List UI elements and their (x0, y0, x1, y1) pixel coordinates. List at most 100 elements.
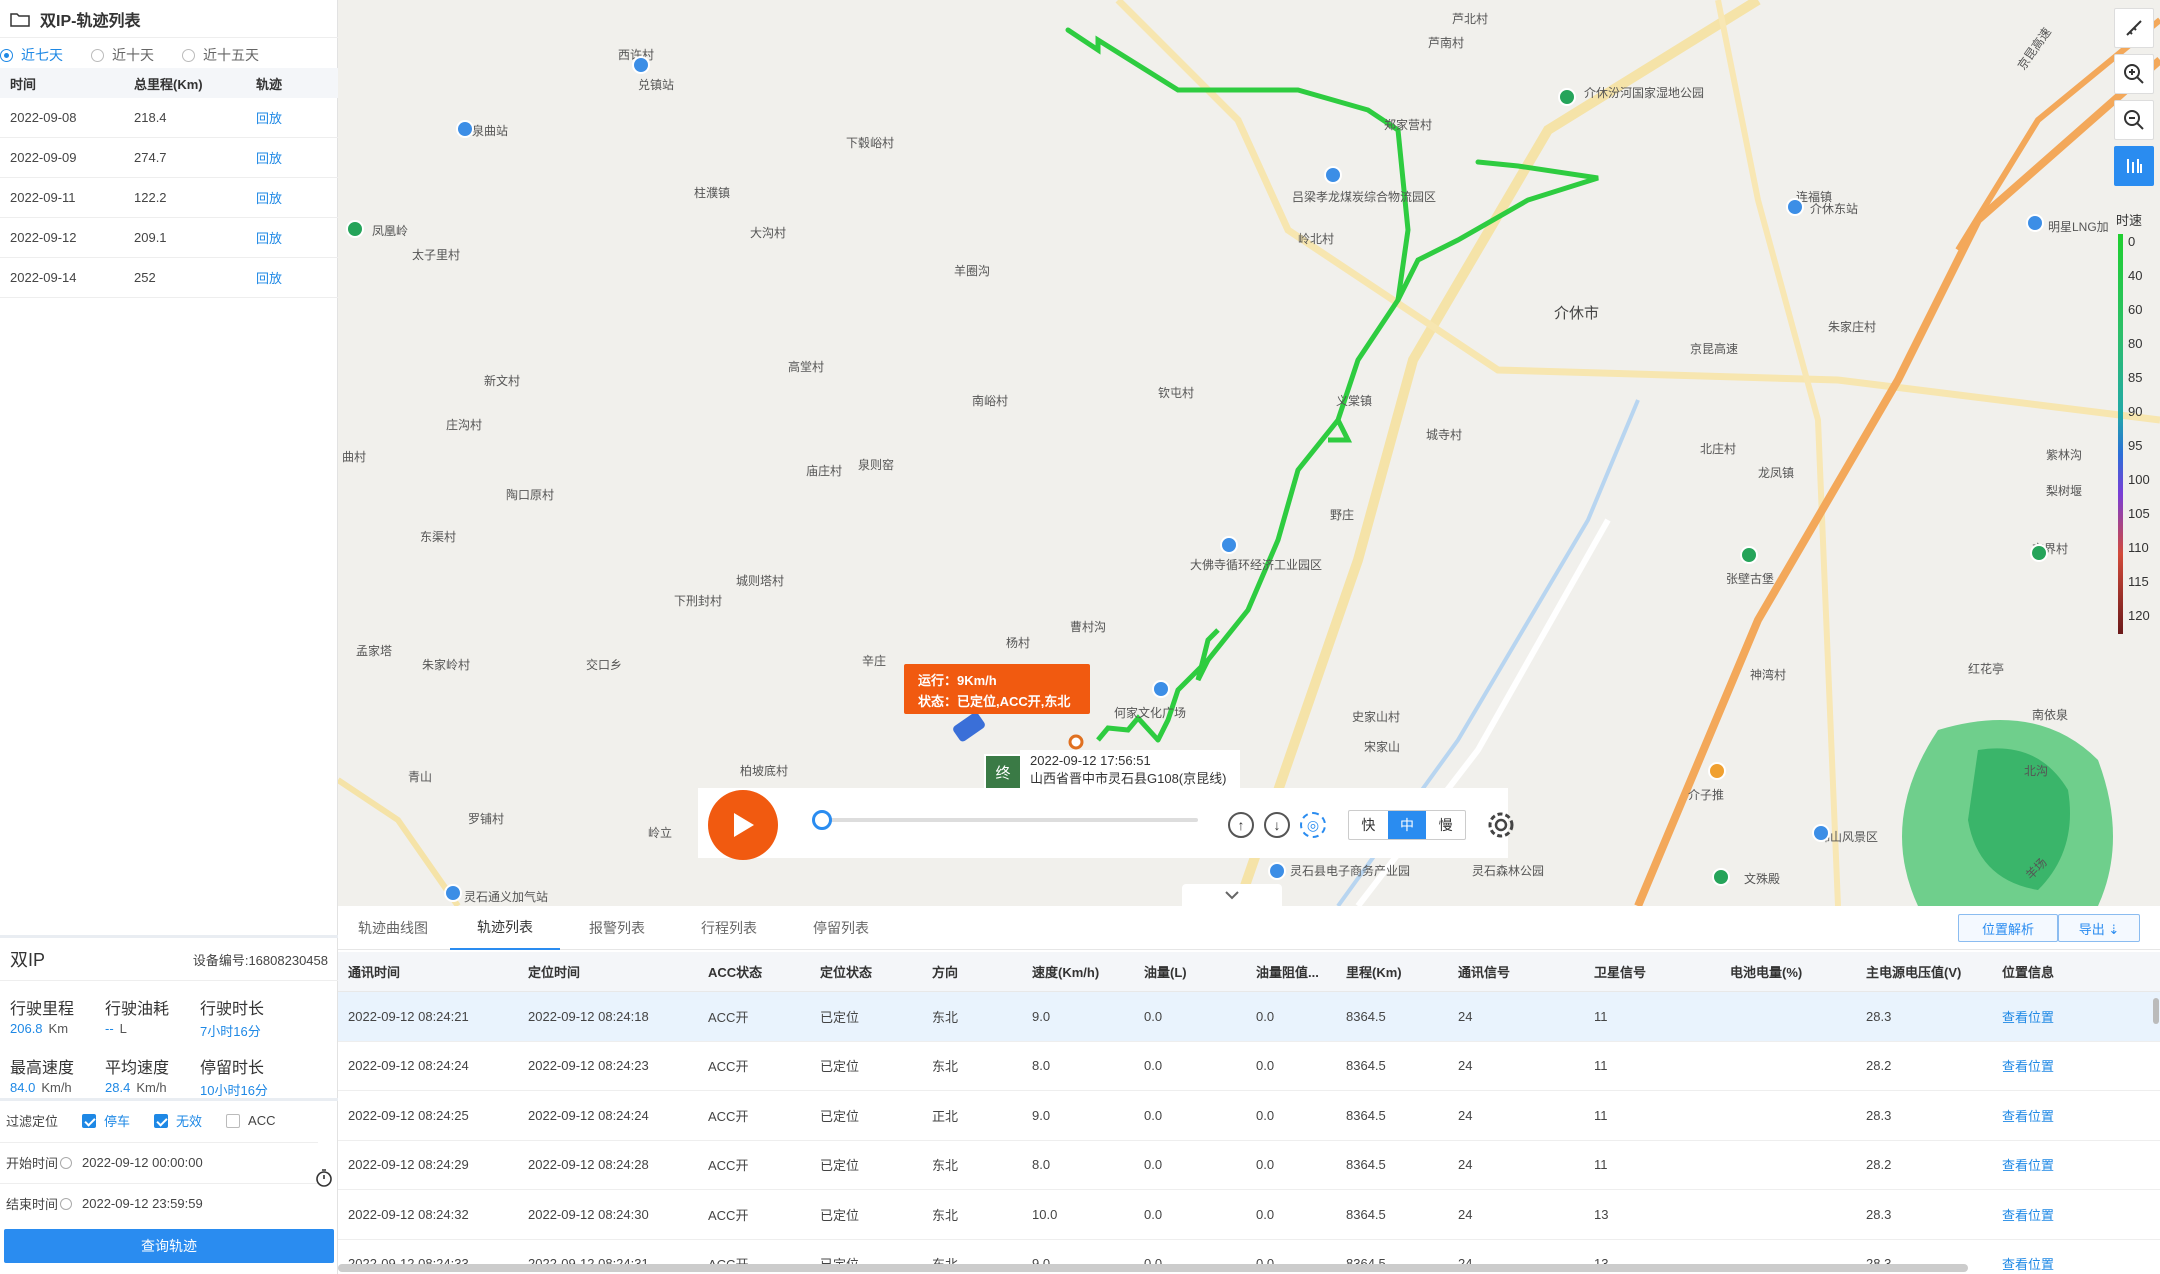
table-cell: 28.2 (1866, 1058, 1892, 1074)
view-location-link[interactable]: 查看位置 (1992, 1205, 2112, 1224)
temple-poi-icon[interactable] (1712, 868, 1730, 886)
query-track-button[interactable]: 查询轨迹 (4, 1229, 334, 1263)
map-place-label: 文殊殿 (1744, 872, 1781, 886)
playback-speed-group: 快 中 慢 (1348, 810, 1466, 840)
tab-track-chart[interactable]: 轨迹曲线图 (338, 906, 448, 950)
park-poi-icon[interactable] (1558, 88, 1576, 106)
table-row[interactable]: 2022-09-12 08:24:24 2022-09-12 08:24:23 AC… (338, 1042, 2160, 1091)
stopwatch-icon[interactable] (314, 1168, 334, 1188)
filter-invalid-checkbox[interactable]: 无效 (154, 1111, 202, 1130)
filter-acc-checkbox[interactable]: ACC (226, 1113, 276, 1128)
map-place-label: 紫林沟 (2046, 448, 2083, 462)
map-view[interactable]: 兑镇站 阳泉曲站 凤凰岭 太子里村 西许村 下毂峪村 柱濮镇 大沟村 羊圈沟 新文村 庄沟村 高堂村南… (338, 0, 2160, 906)
table-row[interactable]: 2022-09-12 08:24:25 2022-09-12 08:24:24 AC… (338, 1091, 2160, 1141)
view-location-link[interactable]: 查看位置 (1992, 1056, 2112, 1075)
speed-tick-label: 80 (2128, 336, 2143, 351)
replay-link[interactable]: 回放 (244, 268, 334, 287)
map-place-label: 龙凤镇 (1758, 466, 1795, 480)
table-cell: 8364.5 (1346, 1107, 1386, 1123)
stat-value: 28.4 (105, 1080, 131, 1095)
range-radio-10[interactable]: 近十天 (91, 45, 154, 65)
speed-medium-button[interactable]: 中 (1387, 811, 1427, 839)
station-poi-icon[interactable] (456, 120, 474, 138)
table-cell: 8.0 (1032, 1157, 1051, 1173)
speed-gradient-bar (2118, 234, 2123, 634)
collapse-panel-handle[interactable] (1182, 884, 1282, 906)
measure-tool[interactable] (2114, 8, 2154, 48)
scenic-poi-icon[interactable] (1740, 546, 1758, 564)
gas-poi-icon[interactable] (2026, 214, 2044, 232)
horizontal-scrollbar[interactable] (338, 1264, 1968, 1272)
vertical-scrollbar[interactable] (2153, 998, 2159, 1024)
tab-track-list[interactable]: 轨迹列表 (450, 906, 560, 950)
stat-item: 行驶里程 206.8 Km (10, 995, 105, 1040)
gear-icon[interactable] (1486, 810, 1516, 840)
view-location-link[interactable]: 查看位置 (1992, 1254, 2112, 1272)
stat-item: 行驶油耗 -- L (105, 995, 200, 1040)
scenic-area-poi-icon[interactable] (1812, 824, 1830, 842)
folder-icon (10, 12, 30, 27)
progress-track[interactable] (818, 818, 1198, 822)
speed-fast-button[interactable]: 快 (1349, 811, 1388, 839)
map-place-label: 何家文化广场 (1114, 706, 1187, 720)
export-button[interactable]: 导出 ⇣ (2058, 914, 2140, 942)
map-place-label: 义棠镇 (1336, 394, 1373, 408)
stat-item: 最高速度 84.0 Km/h (10, 1054, 105, 1099)
gas-poi-icon[interactable] (444, 884, 462, 902)
table-header: 时间 总里程(Km) 轨迹 (0, 68, 338, 98)
table-cell: 8364.5 (1346, 1058, 1386, 1074)
logistics-poi-icon[interactable] (1324, 166, 1342, 184)
table-cell: 2022-09-12 08:24:29 (348, 1157, 469, 1173)
station-poi-icon[interactable] (632, 56, 650, 74)
view-location-link[interactable]: 查看位置 (1992, 1106, 2112, 1125)
station-poi-icon[interactable] (1786, 198, 1804, 216)
replay-link[interactable]: 回放 (244, 148, 334, 167)
table-cell: 24 (1458, 1206, 1473, 1222)
stat-label: 行驶时长 (200, 1001, 265, 1018)
table-cell: 8364.5 (1346, 1206, 1386, 1222)
table-row[interactable]: 2022-09-12 08:24:32 2022-09-12 08:24:30 AC… (338, 1190, 2160, 1240)
speed-slow-button[interactable]: 慢 (1426, 811, 1465, 839)
replay-link[interactable]: 回放 (244, 108, 334, 127)
end-time-input[interactable]: 2022-09-12 23:59:59 (60, 1196, 203, 1211)
column-header: 主电源电压值(V) (1866, 965, 1962, 980)
plaza-poi-icon[interactable] (1152, 680, 1170, 698)
view-location-link[interactable]: 查看位置 (1992, 1007, 2112, 1026)
start-time-input[interactable]: 2022-09-12 00:00:00 (60, 1155, 203, 1170)
table-cell: 0.0 (1144, 1157, 1163, 1173)
filter-parking-checkbox[interactable]: 停车 (82, 1111, 130, 1130)
view-location-link[interactable]: 查看位置 (1992, 1155, 2112, 1174)
temple-poi-icon[interactable] (1708, 762, 1726, 780)
replay-link[interactable]: 回放 (244, 228, 334, 247)
industrial-poi-icon[interactable] (1220, 536, 1238, 554)
location-parse-button[interactable]: 位置解析 (1958, 914, 2058, 942)
end-time-row: 结束时间 2022-09-12 23:59:59 (0, 1183, 318, 1223)
play-button[interactable] (708, 790, 778, 860)
replay-link[interactable]: 回放 (244, 188, 334, 207)
locate-button[interactable]: ◎ (1300, 812, 1326, 838)
table-row[interactable]: 2022-09-12 08:24:29 2022-09-12 08:24:28 AC… (338, 1141, 2160, 1190)
map-place-label: 芦南村 (1428, 36, 1465, 50)
tab-alarm-list[interactable]: 报警列表 (562, 906, 672, 950)
range-radio-15[interactable]: 近十五天 (182, 45, 259, 65)
range-radio-7[interactable]: 近七天 (0, 45, 63, 65)
end-marker[interactable]: 终 (984, 754, 1022, 790)
step-forward-button[interactable]: ↓ (1264, 812, 1290, 838)
table-row[interactable]: 2022-09-12 08:24:21 2022-09-12 08:24:18 AC… (338, 992, 2160, 1042)
step-back-button[interactable]: ↑ (1228, 812, 1254, 838)
tab-trip-list[interactable]: 行程列表 (674, 906, 784, 950)
map-place-label: 钦屯村 (1158, 386, 1195, 400)
map-place-label: 庙庄村 (806, 464, 843, 478)
scenic-poi-icon[interactable] (2030, 544, 2048, 562)
tab-stay-list[interactable]: 停留列表 (786, 906, 896, 950)
speed-legend-toggle[interactable] (2114, 146, 2154, 186)
zoom-in-button[interactable] (2114, 54, 2154, 94)
zoom-out-button[interactable] (2114, 100, 2154, 140)
speed-tick-label: 110 (2128, 540, 2149, 555)
map-place-label: 史家山村 (1352, 710, 1401, 724)
table-cell: 11 (1594, 1058, 1608, 1074)
progress-knob[interactable] (812, 810, 832, 830)
trip-stats: 双IP 设备编号:16808230458 行驶里程 206.8 Km 行驶油耗 -- L 行… (0, 935, 338, 1098)
scenic-poi-icon[interactable] (346, 220, 364, 238)
ecommerce-poi-icon[interactable] (1268, 862, 1286, 880)
